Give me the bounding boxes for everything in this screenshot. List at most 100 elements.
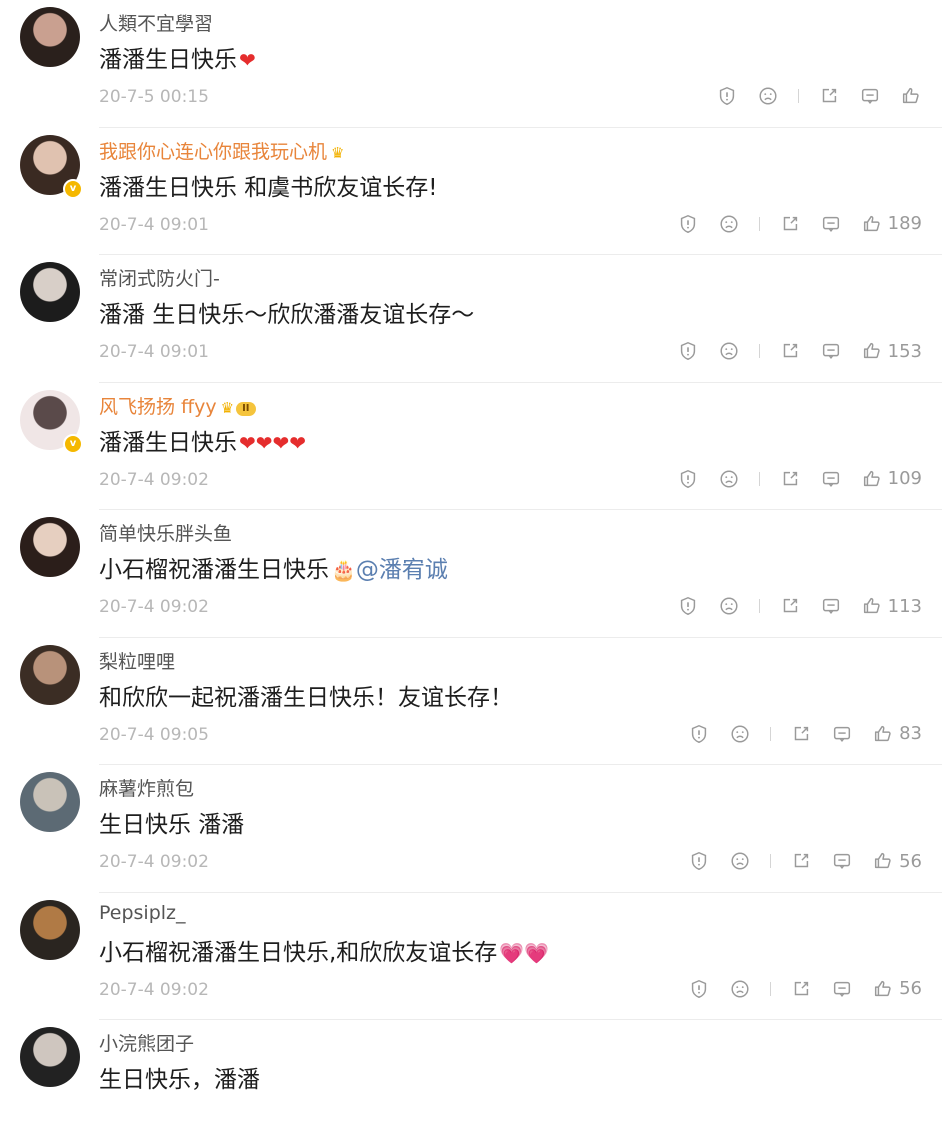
- sad-face-icon: [731, 979, 749, 998]
- avatar[interactable]: [20, 644, 80, 705]
- comment-actions: 56: [669, 976, 922, 1002]
- share-button[interactable]: [790, 723, 812, 745]
- share-button[interactable]: [790, 978, 812, 1000]
- sad-face-icon: [731, 852, 749, 870]
- like-button[interactable]: 153: [861, 340, 922, 362]
- comment-text: 潘潘生日快乐 和虞书欣友谊长存!: [99, 168, 438, 202]
- action-divider: [758, 216, 760, 231]
- like-button[interactable]: 83: [872, 723, 922, 745]
- thumbs-up-icon: [875, 852, 891, 869]
- avatar[interactable]: [20, 1027, 80, 1087]
- comment-username[interactable]: 我跟你心连心你跟我玩心机 ♛: [99, 137, 344, 164]
- comment-text: 小石榴祝潘潘生日快乐 🎂@潘宥诚: [99, 550, 448, 584]
- shield-icon: [680, 469, 695, 488]
- avatar[interactable]: [20, 517, 80, 577]
- comment-text-part: 生日快乐，潘潘: [99, 1067, 260, 1093]
- comment-timestamp: 20-7-4 09:01: [99, 342, 209, 362]
- reply-button[interactable]: [820, 340, 842, 362]
- dislike-button[interactable]: [729, 850, 751, 872]
- report-button[interactable]: [688, 978, 710, 1000]
- comment-actions: 56: [669, 848, 922, 874]
- reply-button[interactable]: [831, 978, 853, 1000]
- sad-face-icon: [720, 597, 738, 615]
- avatar[interactable]: [20, 7, 80, 67]
- dislike-button[interactable]: [718, 340, 740, 362]
- comment-text-part: 小石榴祝潘潘生日快乐,和欣欣友谊长存: [99, 939, 498, 966]
- sad-face-icon: [731, 724, 749, 743]
- report-button[interactable]: [677, 340, 699, 362]
- comment-icon: [834, 853, 851, 870]
- verified-badge-icon: v: [63, 433, 83, 454]
- like-button[interactable]: 56: [872, 978, 922, 1000]
- share-button[interactable]: [790, 850, 812, 872]
- comment-text-part: 潘潘 生日快乐～欣欣潘潘友谊长存～: [99, 302, 475, 328]
- comment-text-part: 潘潘生日快乐 和虞书欣友谊长存!: [99, 174, 438, 201]
- dislike-button[interactable]: [718, 468, 740, 490]
- avatar[interactable]: [20, 772, 80, 832]
- sad-face-icon: [759, 87, 777, 105]
- dislike-button[interactable]: [757, 85, 779, 107]
- share-button[interactable]: [779, 213, 801, 235]
- dislike-button[interactable]: [729, 723, 751, 745]
- comment-username[interactable]: 人類不宜學習: [99, 9, 213, 36]
- share-button[interactable]: [818, 85, 840, 107]
- dislike-button[interactable]: [729, 978, 751, 1000]
- comment-text: 小石榴祝潘潘生日快乐,和欣欣友谊长存 💗💗: [99, 933, 549, 967]
- emoji: 🎂: [331, 558, 356, 582]
- comment-username[interactable]: 麻薯炸煎包: [99, 774, 194, 801]
- comment-username[interactable]: 小浣熊团子: [99, 1029, 194, 1056]
- thumbs-up-icon: [863, 470, 880, 486]
- action-divider: [770, 981, 772, 996]
- username-text[interactable]: Pepsiplz_: [99, 902, 186, 924]
- like-button[interactable]: [900, 85, 922, 107]
- dislike-button[interactable]: [718, 595, 740, 617]
- reply-button[interactable]: [831, 850, 853, 872]
- report-button[interactable]: [677, 595, 699, 617]
- share-button[interactable]: [779, 468, 801, 490]
- username-text[interactable]: 简单快乐胖头鱼: [99, 523, 232, 545]
- share-button[interactable]: [779, 340, 801, 362]
- report-button[interactable]: [677, 468, 699, 490]
- username-text[interactable]: 人類不宜學習: [99, 13, 213, 35]
- report-button[interactable]: [677, 213, 699, 235]
- share-button[interactable]: [779, 595, 801, 617]
- comment-text: 生日快乐 潘潘: [99, 805, 244, 839]
- comment-text-part: 潘潘生日快乐: [99, 47, 237, 73]
- comment-username[interactable]: Pepsiplz_: [99, 902, 186, 924]
- username-text[interactable]: 风飞扬扬 ffyy: [99, 396, 217, 418]
- reply-button[interactable]: [820, 213, 842, 235]
- username-text[interactable]: 我跟你心连心你跟我玩心机: [99, 141, 327, 163]
- reply-button[interactable]: [820, 595, 842, 617]
- comment-username[interactable]: 常闭式防火门-: [99, 264, 220, 291]
- action-divider: [758, 471, 760, 486]
- username-text[interactable]: 常闭式防火门-: [99, 268, 220, 290]
- comment-username[interactable]: 风飞扬扬 ffyy ♛ II: [99, 392, 256, 419]
- username-text[interactable]: 小浣熊团子: [99, 1033, 194, 1055]
- avatar[interactable]: [20, 262, 80, 322]
- like-button[interactable]: 56: [872, 850, 922, 872]
- thumbs-up-icon: [863, 342, 880, 359]
- comment-username[interactable]: 简单快乐胖头鱼: [99, 519, 232, 546]
- report-button[interactable]: [688, 723, 710, 745]
- shield-icon: [691, 979, 707, 998]
- shield-icon: [719, 86, 735, 106]
- avatar[interactable]: [20, 899, 80, 960]
- comment-text: 潘潘生日快乐 ❤: [99, 40, 256, 74]
- like-button[interactable]: 113: [861, 595, 922, 617]
- reply-button[interactable]: [820, 468, 842, 490]
- like-count: 109: [887, 468, 922, 489]
- mention-link[interactable]: @潘宥诚: [356, 557, 448, 583]
- dislike-button[interactable]: [718, 213, 740, 235]
- comment-username[interactable]: 梨粒哩哩: [99, 647, 175, 674]
- report-button[interactable]: [716, 85, 738, 107]
- reply-button[interactable]: [831, 723, 853, 745]
- like-button[interactable]: 189: [861, 213, 922, 235]
- report-button[interactable]: [688, 850, 710, 872]
- username-text[interactable]: 麻薯炸煎包: [99, 778, 194, 800]
- like-button[interactable]: 109: [861, 468, 922, 490]
- emoji: ❤❤❤❤: [239, 430, 307, 455]
- comment-text: 潘潘生日快乐 ❤❤❤❤: [99, 423, 306, 457]
- like-count: 113: [887, 595, 922, 617]
- reply-button[interactable]: [859, 85, 881, 107]
- username-text[interactable]: 梨粒哩哩: [99, 651, 175, 673]
